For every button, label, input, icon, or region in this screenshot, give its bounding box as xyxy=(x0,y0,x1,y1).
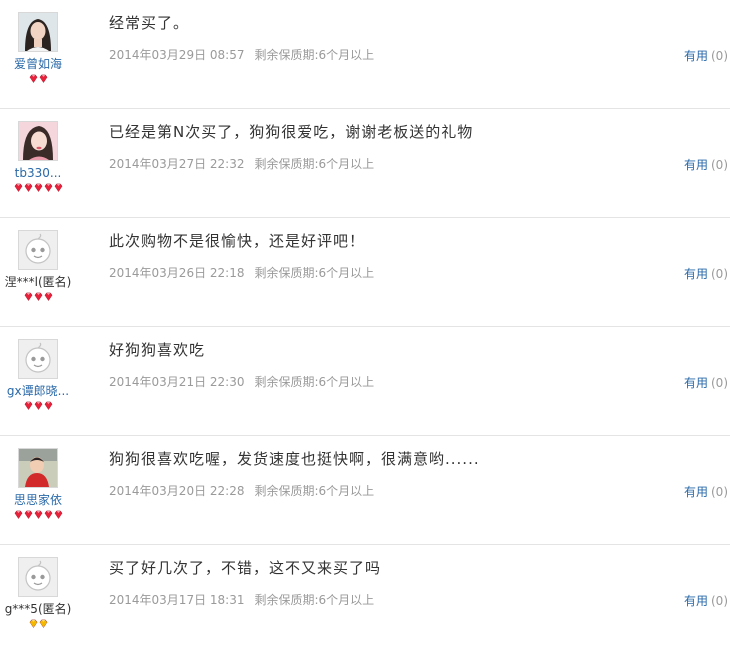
reviewer-info: g***5(匿名) xyxy=(0,557,76,629)
reviewer-nickname[interactable]: 爱曾如海 xyxy=(0,57,76,71)
reviewer-level-badge xyxy=(0,401,76,411)
review-meta: 2014年03月27日 22:32 剩余保质期:6个月以上 xyxy=(109,156,374,172)
avatar[interactable] xyxy=(18,12,58,52)
review-date: 2014年03月21日 22:30 xyxy=(109,375,245,389)
avatar[interactable] xyxy=(18,230,58,270)
useful-vote: 有用 (0) xyxy=(684,266,728,282)
review-meta: 2014年03月20日 22:28 剩余保质期:6个月以上 xyxy=(109,483,374,499)
reviewer-level-badge xyxy=(0,292,76,302)
shelf-life-remaining: 剩余保质期:6个月以上 xyxy=(254,157,375,171)
review-date: 2014年03月29日 08:57 xyxy=(109,48,245,62)
useful-button[interactable]: 有用 xyxy=(684,49,708,63)
useful-button[interactable]: 有用 xyxy=(684,594,708,608)
review-item: 涅***l(匿名) 此次购物不是很愉快，还是好评吧！ 2014年03月26日 22:… xyxy=(0,218,730,327)
reviewer-info: 涅***l(匿名) xyxy=(0,230,76,302)
shelf-life-remaining: 剩余保质期:6个月以上 xyxy=(254,593,375,607)
reviewer-level-badge xyxy=(0,619,76,629)
avatar[interactable] xyxy=(18,557,58,597)
useful-count: (0) xyxy=(711,158,728,172)
shelf-life-remaining: 剩余保质期:6个月以上 xyxy=(254,48,375,62)
reviewer-info: gx谭郎晓... xyxy=(0,339,76,411)
review-date: 2014年03月26日 22:18 xyxy=(109,266,245,280)
review-content: 好狗狗喜欢吃 xyxy=(109,341,206,359)
useful-vote: 有用 (0) xyxy=(684,593,728,609)
useful-vote: 有用 (0) xyxy=(684,484,728,500)
reviewer-nickname[interactable]: 思思家依 xyxy=(0,493,76,507)
review-list: 爱曾如海 经常买了。 2014年03月29日 08:57 剩余保质期:6个月以上 有用(… xyxy=(0,0,730,654)
reviewer-nickname: 涅***l(匿名) xyxy=(4,275,72,289)
useful-button[interactable]: 有用 xyxy=(684,485,708,499)
review-meta: 2014年03月17日 18:31 剩余保质期:6个月以上 xyxy=(109,592,374,608)
reviewer-info: 爱曾如海 xyxy=(0,12,76,84)
useful-vote: 有用 (0) xyxy=(684,375,728,391)
review-content: 经常买了。 xyxy=(109,14,190,32)
useful-count: (0) xyxy=(711,485,728,499)
review-date: 2014年03月17日 18:31 xyxy=(109,593,245,607)
reviewer-info: tb330... xyxy=(0,121,76,193)
useful-count: (0) xyxy=(711,267,728,281)
review-content: 已经是第N次买了，狗狗很爱吃，谢谢老板送的礼物 xyxy=(109,123,474,141)
review-item: tb330... 已经是第N次买了，狗狗很爱吃，谢谢老板送的礼物 2014年03月2… xyxy=(0,109,730,218)
useful-count: (0) xyxy=(711,49,728,63)
shelf-life-remaining: 剩余保质期:6个月以上 xyxy=(254,375,375,389)
shelf-life-remaining: 剩余保质期:6个月以上 xyxy=(254,484,375,498)
review-date: 2014年03月27日 22:32 xyxy=(109,157,245,171)
review-meta: 2014年03月21日 22:30 剩余保质期:6个月以上 xyxy=(109,374,374,390)
review-content: 狗狗很喜欢吃喔，发货速度也挺快啊，很满意哟...... xyxy=(109,450,480,468)
shelf-life-remaining: 剩余保质期:6个月以上 xyxy=(254,266,375,280)
reviewer-level-badge xyxy=(0,183,76,193)
reviewer-level-badge xyxy=(0,510,76,520)
useful-count: (0) xyxy=(711,594,728,608)
useful-count: (0) xyxy=(711,376,728,390)
reviewer-level-badge xyxy=(0,74,76,84)
useful-vote: 有用 (0) xyxy=(684,157,728,173)
useful-vote: 有用 (0) xyxy=(684,48,728,64)
useful-button[interactable]: 有用 xyxy=(684,158,708,172)
review-item: g***5(匿名) 买了好几次了，不错，这不又来买了吗 2014年03月17日 18… xyxy=(0,545,730,654)
review-meta: 2014年03月29日 08:57 剩余保质期:6个月以上 xyxy=(109,47,374,63)
review-item: 爱曾如海 经常买了。 2014年03月29日 08:57 剩余保质期:6个月以上 有用(… xyxy=(0,0,730,109)
avatar[interactable] xyxy=(18,339,58,379)
review-meta: 2014年03月26日 22:18 剩余保质期:6个月以上 xyxy=(109,265,374,281)
reviewer-nickname: g***5(匿名) xyxy=(4,602,72,616)
reviewer-nickname[interactable]: gx谭郎晓... xyxy=(0,384,76,398)
useful-button[interactable]: 有用 xyxy=(684,267,708,281)
review-item: 思思家依 狗狗很喜欢吃喔，发货速度也挺快啊，很满意哟...... 2014年03月2… xyxy=(0,436,730,545)
avatar[interactable] xyxy=(18,121,58,161)
review-date: 2014年03月20日 22:28 xyxy=(109,484,245,498)
review-item: gx谭郎晓... 好狗狗喜欢吃 2014年03月21日 22:30 剩余保质期:6个月… xyxy=(0,327,730,436)
review-content: 此次购物不是很愉快，还是好评吧！ xyxy=(109,232,366,250)
useful-button[interactable]: 有用 xyxy=(684,376,708,390)
avatar[interactable] xyxy=(18,448,58,488)
review-content: 买了好几次了，不错，这不又来买了吗 xyxy=(109,559,382,577)
reviewer-nickname[interactable]: tb330... xyxy=(0,166,76,180)
reviewer-info: 思思家依 xyxy=(0,448,76,520)
